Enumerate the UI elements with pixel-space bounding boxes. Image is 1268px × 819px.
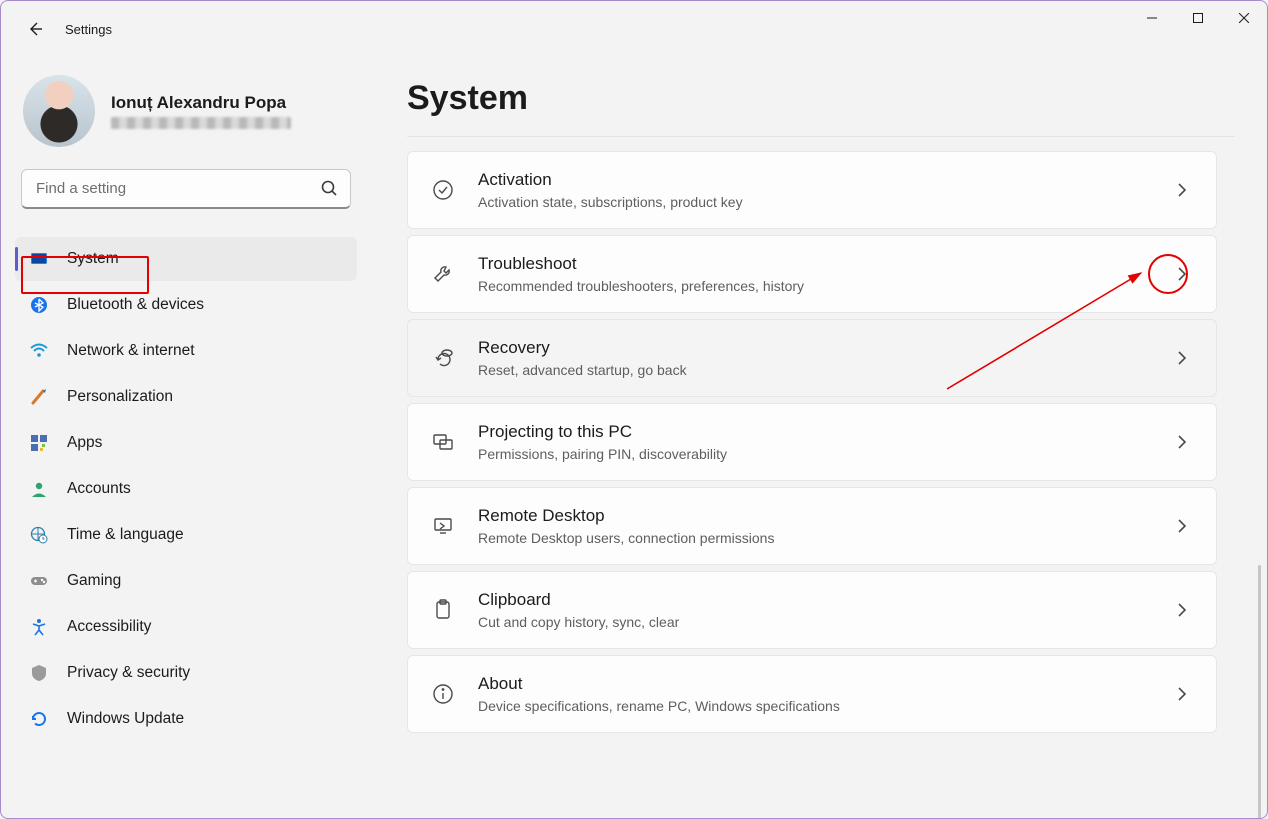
scrollbar[interactable] <box>1258 565 1261 818</box>
shield-icon <box>29 663 49 683</box>
card-recovery[interactable]: Recovery Reset, advanced startup, go bac… <box>407 319 1217 397</box>
chevron-right-icon <box>1172 264 1192 284</box>
chevron-right-icon <box>1172 516 1192 536</box>
card-projecting[interactable]: Projecting to this PC Permissions, pairi… <box>407 403 1217 481</box>
card-title: Troubleshoot <box>478 254 1150 274</box>
sidebar-item-gaming[interactable]: Gaming <box>15 559 357 603</box>
sidebar-item-personalization[interactable]: Personalization <box>15 375 357 419</box>
sidebar-item-apps[interactable]: Apps <box>15 421 357 465</box>
chevron-right-icon <box>1172 180 1192 200</box>
card-clipboard[interactable]: Clipboard Cut and copy history, sync, cl… <box>407 571 1217 649</box>
card-troubleshoot[interactable]: Troubleshoot Recommended troubleshooters… <box>407 235 1217 313</box>
sidebar-item-windows-update[interactable]: Windows Update <box>15 697 357 741</box>
maximize-button[interactable] <box>1175 1 1221 35</box>
card-subtitle: Cut and copy history, sync, clear <box>478 614 1150 630</box>
card-subtitle: Permissions, pairing PIN, discoverabilit… <box>478 446 1150 462</box>
sidebar-item-label: Bluetooth & devices <box>67 296 343 314</box>
user-name: Ionuț Alexandru Popa <box>111 93 291 113</box>
page-title: System <box>407 79 1235 118</box>
sidebar-item-label: Personalization <box>67 388 343 406</box>
card-title: Clipboard <box>478 590 1150 610</box>
remote-icon <box>430 513 456 539</box>
card-title: Projecting to this PC <box>478 422 1150 442</box>
gamepad-icon <box>29 571 49 591</box>
card-subtitle: Remote Desktop users, connection permiss… <box>478 530 1150 546</box>
main-content: System Activation Activation state, subs… <box>369 57 1267 818</box>
card-about[interactable]: About Device specifications, rename PC, … <box>407 655 1217 733</box>
apps-icon <box>29 433 49 453</box>
sidebar-item-label: Gaming <box>67 572 343 590</box>
sidebar-item-label: Accounts <box>67 480 343 498</box>
sidebar-item-accounts[interactable]: Accounts <box>15 467 357 511</box>
card-title: Activation <box>478 170 1150 190</box>
nav-list: System Bluetooth & devices Network & int… <box>15 237 357 741</box>
card-subtitle: Activation state, subscriptions, product… <box>478 194 1150 210</box>
sidebar-item-accessibility[interactable]: Accessibility <box>15 605 357 649</box>
titlebar: Settings <box>1 1 112 57</box>
card-remote-desktop[interactable]: Remote Desktop Remote Desktop users, con… <box>407 487 1217 565</box>
card-title: Recovery <box>478 338 1150 358</box>
screens-icon <box>430 429 456 455</box>
bluetooth-icon <box>29 295 49 315</box>
card-subtitle: Reset, advanced startup, go back <box>478 362 1150 378</box>
wifi-icon <box>29 341 49 361</box>
card-subtitle: Device specifications, rename PC, Window… <box>478 698 1150 714</box>
sidebar-item-bluetooth[interactable]: Bluetooth & devices <box>15 283 357 327</box>
sidebar: Ionuț Alexandru Popa System Bluetoo <box>1 57 369 818</box>
check-circle-icon <box>430 177 456 203</box>
avatar <box>23 75 95 147</box>
card-subtitle: Recommended troubleshooters, preferences… <box>478 278 1150 294</box>
app-title: Settings <box>65 22 112 37</box>
chevron-right-icon <box>1172 600 1192 620</box>
clipboard-icon <box>430 597 456 623</box>
search-wrap <box>21 169 351 209</box>
user-email-obscured <box>111 117 291 129</box>
minimize-button[interactable] <box>1129 1 1175 35</box>
card-title: Remote Desktop <box>478 506 1150 526</box>
globe-clock-icon <box>29 525 49 545</box>
sidebar-item-label: Windows Update <box>67 710 343 728</box>
person-icon <box>29 479 49 499</box>
recovery-icon <box>430 345 456 371</box>
system-icon <box>29 249 49 269</box>
search-icon <box>321 180 339 198</box>
user-block[interactable]: Ionuț Alexandru Popa <box>15 75 357 169</box>
sidebar-item-label: Time & language <box>67 526 343 544</box>
back-button[interactable] <box>25 19 45 39</box>
card-activation[interactable]: Activation Activation state, subscriptio… <box>407 151 1217 229</box>
sidebar-item-system[interactable]: System <box>15 237 357 281</box>
sidebar-item-label: Accessibility <box>67 618 343 636</box>
card-title: About <box>478 674 1150 694</box>
sidebar-item-label: Privacy & security <box>67 664 343 682</box>
brush-icon <box>29 387 49 407</box>
chevron-right-icon <box>1172 684 1192 704</box>
sidebar-item-label: System <box>67 250 343 268</box>
info-icon <box>430 681 456 707</box>
chevron-right-icon <box>1172 432 1192 452</box>
window-controls <box>1129 1 1267 35</box>
sidebar-item-privacy[interactable]: Privacy & security <box>15 651 357 695</box>
search-input[interactable] <box>21 169 351 209</box>
sidebar-item-label: Network & internet <box>67 342 343 360</box>
sidebar-item-label: Apps <box>67 434 343 452</box>
wrench-icon <box>430 261 456 287</box>
chevron-right-icon <box>1172 348 1192 368</box>
sidebar-item-network[interactable]: Network & internet <box>15 329 357 373</box>
close-button[interactable] <box>1221 1 1267 35</box>
sidebar-item-time-language[interactable]: Time & language <box>15 513 357 557</box>
settings-card-list: Activation Activation state, subscriptio… <box>407 151 1235 733</box>
accessibility-icon <box>29 617 49 637</box>
divider <box>407 136 1235 137</box>
update-icon <box>29 709 49 729</box>
